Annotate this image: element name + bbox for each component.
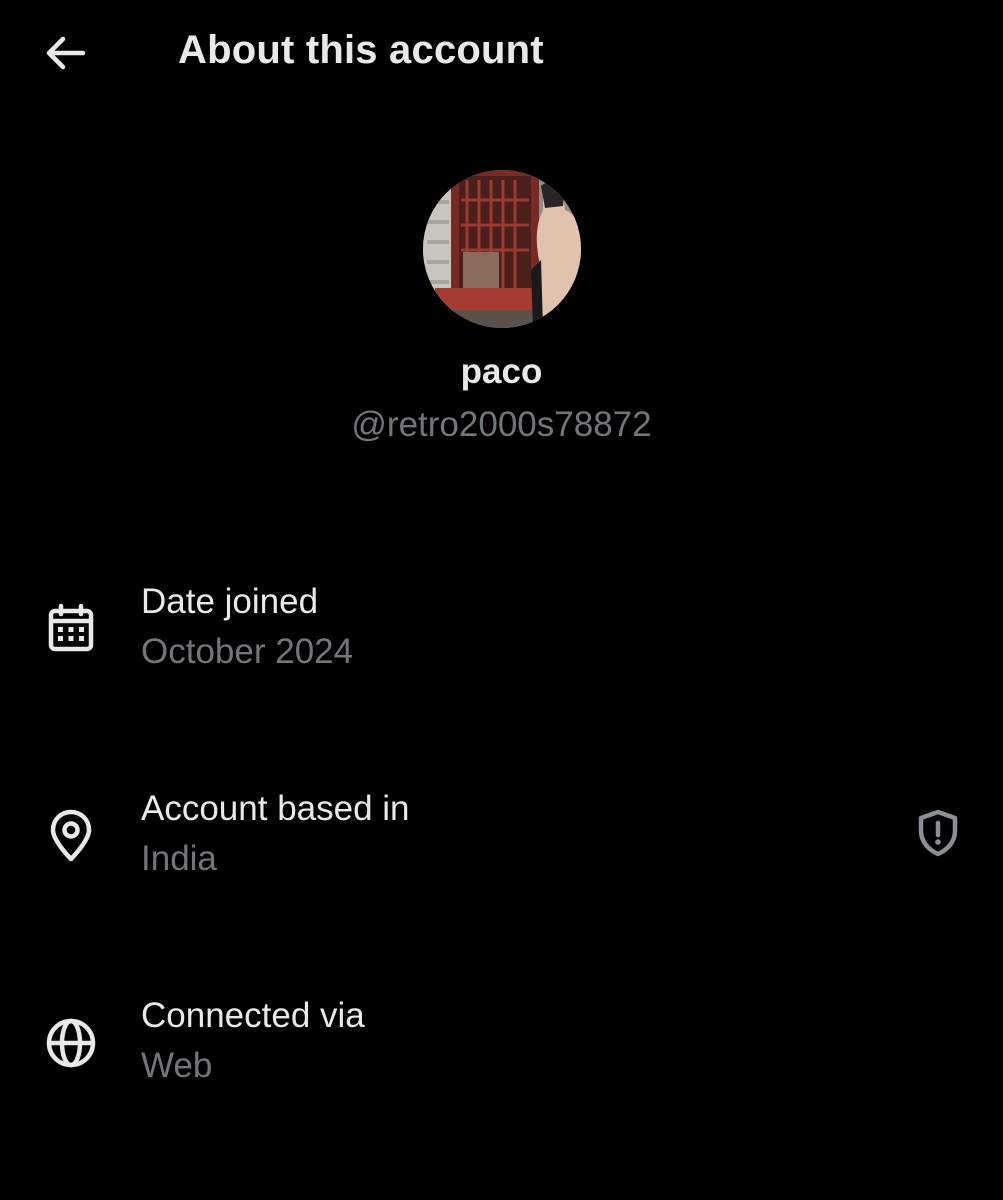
- calendar-icon: [44, 601, 98, 655]
- connected-via-value: Web: [141, 1046, 213, 1085]
- date-joined-label: Date joined: [141, 582, 319, 621]
- page-title: About this account: [178, 28, 544, 72]
- account-handle: @retro2000s78872: [351, 405, 652, 444]
- back-button[interactable]: [40, 30, 90, 76]
- display-name: paco: [460, 352, 543, 391]
- date-joined-row: Date joined October 2024: [0, 582, 1003, 692]
- date-joined-value: October 2024: [141, 632, 354, 671]
- shield-alert-icon[interactable]: [912, 807, 964, 859]
- account-based-in-row: Account based in India: [0, 789, 1003, 899]
- avatar[interactable]: [423, 170, 581, 328]
- account-based-in-value: India: [141, 839, 217, 878]
- profile-photo: [423, 170, 581, 328]
- top-bar: About this account: [0, 0, 1003, 106]
- location-pin-icon: [44, 809, 98, 863]
- connected-via-row: Connected via Web: [0, 996, 1003, 1106]
- account-based-in-label: Account based in: [141, 789, 410, 828]
- arrow-left-icon: [46, 36, 86, 70]
- globe-icon: [44, 1016, 98, 1070]
- connected-via-label: Connected via: [141, 996, 365, 1035]
